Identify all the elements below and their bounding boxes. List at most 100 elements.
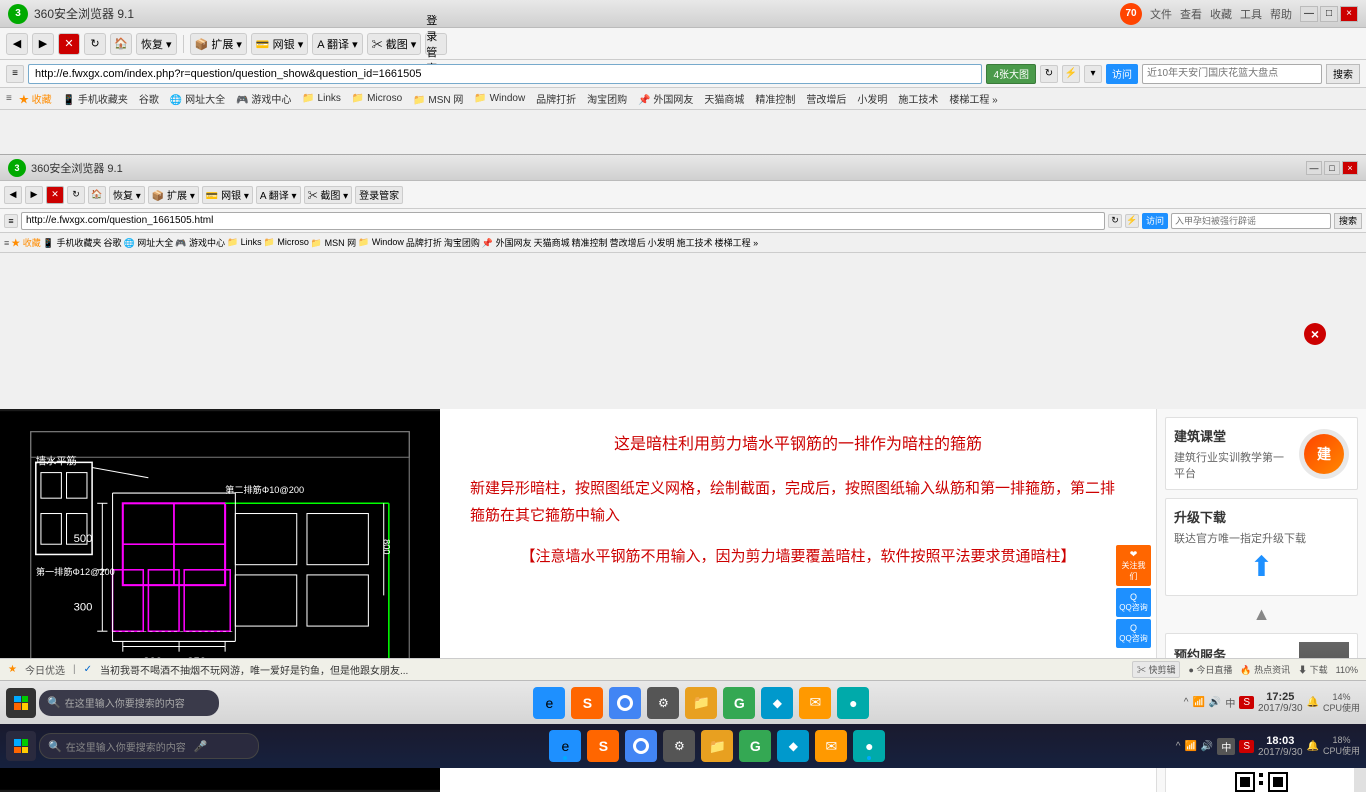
inner-lang-btn[interactable]: 中: [1217, 738, 1235, 755]
inner-bm-games[interactable]: 🎮 游戏中心: [175, 236, 225, 249]
ebank-dropdown[interactable]: 💳 网银 ▾: [251, 33, 308, 55]
inner-rss-btn[interactable]: ⚡: [1125, 214, 1139, 228]
inner-login-btn[interactable]: 登录管家: [355, 186, 403, 204]
taskapp-settings[interactable]: ⚙: [647, 687, 679, 719]
bm-msn[interactable]: 📁 MSN 网: [409, 90, 467, 107]
inner-bm-url[interactable]: 🌐 网址大全: [124, 236, 174, 249]
outer-time-display[interactable]: 17:25 2017/9/30: [1258, 691, 1303, 714]
inner-forward-btn[interactable]: ▶: [25, 186, 43, 204]
outer-start-btn[interactable]: [6, 688, 36, 718]
stop-button[interactable]: ✕: [58, 33, 80, 55]
bm-taobao[interactable]: 淘宝团购: [583, 90, 631, 107]
menu-favorites[interactable]: 收藏: [1210, 6, 1232, 22]
bm-links[interactable]: 📁 Links: [298, 92, 345, 105]
inner-close-button[interactable]: ×: [1304, 323, 1326, 345]
inner-visit-btn[interactable]: 访问: [1142, 213, 1168, 229]
bm-google[interactable]: 谷歌: [135, 90, 163, 107]
taskapp-tool[interactable]: ◆: [761, 687, 793, 719]
inner-taskapp-folder[interactable]: 📁: [701, 730, 733, 762]
login-btn[interactable]: 登录管家: [425, 33, 447, 55]
outer-news-item[interactable]: 当初我哥不喝酒不抽烟不玩网游，唯一爱好是钓鱼，但是他跟女朋友...: [100, 662, 1124, 677]
bm-tax[interactable]: 营改增后: [802, 90, 850, 107]
inner-bm-taobao[interactable]: 淘宝团购: [444, 236, 480, 249]
menu-file[interactable]: 文件: [1150, 6, 1172, 22]
inner-maximize-btn[interactable]: □: [1324, 161, 1340, 175]
outer-download-btn[interactable]: ⬇ 下载: [1298, 663, 1328, 676]
inner-bm-msn[interactable]: 📁 MSN 网: [311, 236, 356, 249]
inner-bm-construct[interactable]: 施工技术: [677, 236, 713, 249]
taskapp-folder[interactable]: 📁: [685, 687, 717, 719]
inner-restore-dropdown[interactable]: 恢复 ▾: [109, 186, 145, 204]
translate-dropdown[interactable]: A 翻译 ▾: [312, 33, 362, 55]
restore-dropdown[interactable]: 恢复 ▾: [136, 33, 177, 55]
rss-btn[interactable]: ⚡: [1062, 65, 1080, 83]
inner-tray-up[interactable]: ^: [1176, 741, 1181, 752]
inner-taskapp-360[interactable]: S: [587, 730, 619, 762]
bm-window[interactable]: 📁 Window: [470, 92, 529, 105]
bm-invent[interactable]: 小发明: [853, 90, 891, 107]
taskapp-360safe[interactable]: ●: [837, 687, 869, 719]
taskapp-360[interactable]: S: [571, 687, 603, 719]
tray-network-icon[interactable]: 📶: [1192, 697, 1204, 708]
inner-taskapp-ie[interactable]: e: [549, 730, 581, 762]
qq-btn-2[interactable]: Q QQ咨询: [1116, 619, 1151, 648]
outer-taskbar-search[interactable]: 🔍 在这里输入你要搜索的内容: [39, 690, 219, 716]
inner-sidebar-toggle[interactable]: ≡: [4, 214, 18, 228]
bm-foreign[interactable]: 📌 外国网友: [634, 90, 697, 107]
inner-refresh-addr-btn[interactable]: ↻: [1108, 214, 1122, 228]
bm-stairs[interactable]: 楼梯工程 »: [945, 90, 1001, 107]
bm-microso[interactable]: 📁 Microso: [348, 92, 406, 105]
inner-bm-links[interactable]: 📁 Links: [227, 237, 262, 248]
minimize-button[interactable]: —: [1300, 6, 1318, 22]
tray-antivirus-icon[interactable]: S: [1239, 696, 1254, 709]
bm-toggle[interactable]: ≡: [6, 93, 12, 104]
inner-tray-network[interactable]: 📶: [1184, 741, 1196, 752]
inner-translate-dropdown[interactable]: A 翻译 ▾: [256, 186, 301, 204]
screenshot-dropdown[interactable]: ✂ 截图 ▾: [367, 33, 422, 55]
menu-view[interactable]: 查看: [1180, 6, 1202, 22]
inner-extend-dropdown[interactable]: 📦 扩展 ▾: [148, 186, 199, 204]
taskapp-chrome[interactable]: [609, 687, 641, 719]
sidebar-toggle[interactable]: ≡: [6, 65, 24, 83]
inner-bm-google[interactable]: 谷歌: [104, 236, 122, 249]
inner-bm-stairs[interactable]: 楼梯工程 »: [715, 236, 759, 249]
maximize-button[interactable]: □: [1320, 6, 1338, 22]
bm-construct[interactable]: 施工技术: [894, 90, 942, 107]
bm-mobile[interactable]: 📱 手机收藏夹: [59, 90, 132, 107]
inner-start-btn-main[interactable]: [6, 731, 36, 761]
close-button[interactable]: ×: [1340, 6, 1358, 22]
inner-taskapp-g[interactable]: G: [739, 730, 771, 762]
inner-screenshot-dropdown[interactable]: ✂ 截图 ▾: [304, 186, 353, 204]
bm-favorites[interactable]: ★ 收藏: [15, 90, 56, 107]
inner-bm-brand[interactable]: 品牌打折: [406, 236, 442, 249]
home-button[interactable]: 🏠: [110, 33, 132, 55]
outer-today-select[interactable]: 今日优选: [25, 662, 65, 677]
menu-tools[interactable]: 工具: [1240, 6, 1262, 22]
tray-volume-icon[interactable]: 🔊: [1209, 697, 1221, 708]
inner-bm-favorites[interactable]: ★ 收藏: [11, 236, 41, 249]
bm-brand[interactable]: 品牌打折: [532, 90, 580, 107]
inner-taskbar-search-main[interactable]: 🔍 在这里输入你要搜索的内容 🎤: [39, 733, 259, 759]
inner-address-input[interactable]: [21, 212, 1105, 230]
refresh-addr-btn[interactable]: ↻: [1040, 65, 1058, 83]
bm-tmall[interactable]: 天猫商城: [700, 90, 748, 107]
inner-notify-icon[interactable]: 🔔: [1307, 741, 1319, 752]
inner-bm-window[interactable]: 📁 Window: [358, 237, 404, 248]
inner-home-btn[interactable]: 🏠: [88, 186, 106, 204]
tray-notify-icon[interactable]: 🔔: [1307, 697, 1319, 708]
inner-bm-toggle[interactable]: ≡: [4, 238, 9, 248]
outer-quickcut-btn[interactable]: ✂ 快剪辑: [1132, 661, 1181, 678]
inner-bm-invent[interactable]: 小发明: [648, 236, 675, 249]
search-input-outer[interactable]: [1142, 64, 1322, 84]
inner-bm-tax[interactable]: 营改增后: [610, 236, 646, 249]
refresh-button[interactable]: ↻: [84, 33, 106, 55]
inner-search-input[interactable]: [1171, 213, 1331, 229]
inner-bm-precise[interactable]: 精准控制: [572, 236, 608, 249]
inner-taskapp-settings[interactable]: ⚙: [663, 730, 695, 762]
inner-taskapp-mail[interactable]: ✉: [815, 730, 847, 762]
bm-url[interactable]: 🌐 网址大全: [166, 90, 229, 107]
inner-taskapp-chrome[interactable]: [625, 730, 657, 762]
inner-tray-volume[interactable]: 🔊: [1201, 741, 1213, 752]
outer-live-btn[interactable]: ● 今日直播: [1188, 663, 1232, 676]
qq-btn-1[interactable]: Q QQ咨询: [1116, 588, 1151, 617]
